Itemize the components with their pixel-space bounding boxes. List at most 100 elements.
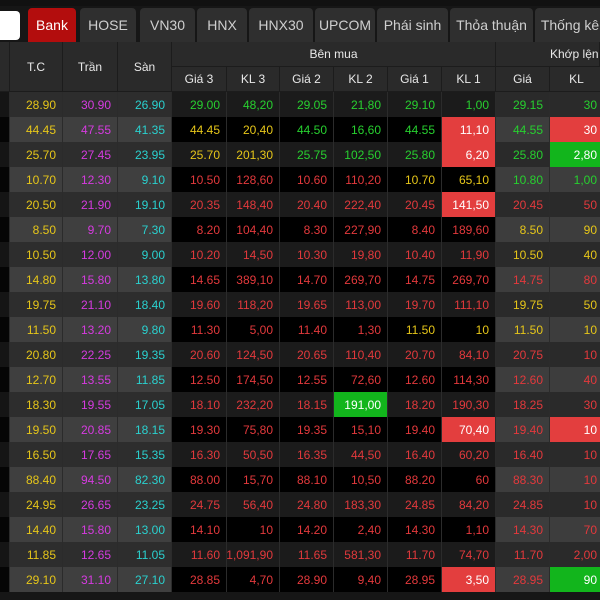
bid3-volume: 118,20: [227, 292, 280, 317]
bid1-volume: 114,30: [442, 367, 496, 392]
table-row[interactable]: 10.50 12.00 9.00 10.20 14,50 10.30 19,80 10.40 1…: [0, 242, 600, 267]
bid2-price: 19.65: [280, 292, 334, 317]
bid1-volume: 111,10: [442, 292, 496, 317]
match-volume: 90: [550, 217, 600, 242]
table-row[interactable]: 18.30 19.55 17.05 18.10 232,20 18.15 191,00 18.…: [0, 392, 600, 417]
ceiling-price: 19.55: [63, 392, 118, 417]
bid2-price: 14.20: [280, 517, 334, 542]
bid3-volume: 128,60: [227, 167, 280, 192]
bid3-price: 16.30: [172, 442, 227, 467]
bid3-volume: 20,40: [227, 117, 280, 142]
ceiling-price: 15.80: [63, 517, 118, 542]
bid1-volume: 65,10: [442, 167, 496, 192]
floor-price: 15.35: [118, 442, 172, 467]
match-price: 25.80: [496, 142, 550, 167]
tab-vn30[interactable]: VN30: [140, 8, 195, 42]
index-ticker-strip: [0, 0, 600, 6]
table-row[interactable]: 14.40 15.80 13.00 14.10 10 14.20 2,40 14.30 1,10…: [0, 517, 600, 542]
table-row[interactable]: 19.50 20.85 18.15 19.30 75,80 19.35 15,10 19.40…: [0, 417, 600, 442]
tab-thống-kê[interactable]: Thống kê: [535, 8, 600, 42]
ceiling-price: 47.55: [63, 117, 118, 142]
floor-price: 27.10: [118, 567, 172, 592]
match-price: 29.15: [496, 92, 550, 117]
tab-phái-sinh[interactable]: Phái sinh: [377, 8, 448, 42]
tab-hnx[interactable]: HNX: [197, 8, 247, 42]
match-price: 11.50: [496, 317, 550, 342]
symbol-cell: [0, 242, 10, 267]
table-row[interactable]: 20.80 22.25 19.35 20.60 124,50 20.65 110,40 20.…: [0, 342, 600, 367]
table-row[interactable]: 11.85 12.65 11.05 11.60 1,091,90 11.65 581,30 1…: [0, 542, 600, 567]
table-row[interactable]: 19.75 21.10 18.40 19.60 118,20 19.65 113,00 19.…: [0, 292, 600, 317]
bid1-price: 12.60: [388, 367, 442, 392]
table-row[interactable]: 25.70 27.45 23.95 25.70 201,30 25.75 102,50 25.…: [0, 142, 600, 167]
floor-price: 11.85: [118, 367, 172, 392]
table-row[interactable]: 11.50 13.20 9.80 11.30 5,00 11.40 1,30 11.50 10 1…: [0, 317, 600, 342]
bid3-price: 28.85: [172, 567, 227, 592]
tab-upcom[interactable]: UPCOM: [315, 8, 375, 42]
bid2-volume: 1,30: [334, 317, 388, 342]
symbol-cell: [0, 517, 10, 542]
bid2-price: 25.75: [280, 142, 334, 167]
ref-price: 18.30: [10, 392, 63, 417]
table-row[interactable]: 20.50 21.90 19.10 20.35 148,40 20.40 222,40 20.…: [0, 192, 600, 217]
ref-price: 20.50: [10, 192, 63, 217]
bid2-price: 8.30: [280, 217, 334, 242]
bid2-price: 28.90: [280, 567, 334, 592]
match-price: 8.50: [496, 217, 550, 242]
table-row[interactable]: 28.90 30.90 26.90 29.00 48,20 29.05 21,80 29.10…: [0, 92, 600, 117]
tab-hose[interactable]: HOSE: [80, 8, 136, 42]
bid3-price: 25.70: [172, 142, 227, 167]
ceiling-price: 30.90: [63, 92, 118, 117]
ceiling-price: 12.30: [63, 167, 118, 192]
table-row[interactable]: 16.50 17.65 15.35 16.30 50,50 16.35 44,50 16.40…: [0, 442, 600, 467]
header-giá-3: Giá 3: [172, 67, 227, 92]
bid1-volume: 60: [442, 467, 496, 492]
header-giá-1: Giá 1: [388, 67, 442, 92]
bid3-price: 11.30: [172, 317, 227, 342]
ceiling-price: 12.65: [63, 542, 118, 567]
floor-price: 13.00: [118, 517, 172, 542]
symbol-cell: [0, 292, 10, 317]
table-row[interactable]: 10.70 12.30 9.10 10.50 128,60 10.60 110,20 10.7…: [0, 167, 600, 192]
header-match-label: Khớp lệnh: [550, 47, 600, 61]
bid1-price: 10.40: [388, 242, 442, 267]
bid3-volume: 5,00: [227, 317, 280, 342]
table-row[interactable]: 24.95 26.65 23.25 24.75 56,40 24.80 183,30 24.8…: [0, 492, 600, 517]
table-row[interactable]: 14.80 15.80 13.80 14.65 389,10 14.70 269,70 14.…: [0, 267, 600, 292]
floor-price: 9.10: [118, 167, 172, 192]
bid3-price: 18.10: [172, 392, 227, 417]
match-volume: 50: [550, 292, 600, 317]
bid3-price: 88.00: [172, 467, 227, 492]
bid1-volume: 10: [442, 317, 496, 342]
bid2-price: 24.80: [280, 492, 334, 517]
tab-bank[interactable]: Bank: [28, 8, 76, 42]
table-row[interactable]: 12.70 13.55 11.85 12.50 174,50 12.55 72,60 12.6…: [0, 367, 600, 392]
floor-price: 19.35: [118, 342, 172, 367]
match-price: 19.40: [496, 417, 550, 442]
match-volume: 1,00: [550, 167, 600, 192]
symbol-cell: [0, 192, 10, 217]
symbol-header: [0, 42, 10, 92]
bid1-price: 28.95: [388, 567, 442, 592]
ceiling-price: 9.70: [63, 217, 118, 242]
table-row[interactable]: 88.40 94.50 82.30 88.00 15,70 88.10 10,50 88.20…: [0, 467, 600, 492]
tab-hnx30[interactable]: HNX30: [249, 8, 313, 42]
floor-price: 9.00: [118, 242, 172, 267]
bid1-volume: 190,30: [442, 392, 496, 417]
bid2-volume: 110,20: [334, 167, 388, 192]
match-price: 14.30: [496, 517, 550, 542]
table-row[interactable]: 8.50 9.70 7.30 8.20 104,40 8.30 227,90 8.40 189,…: [0, 217, 600, 242]
bid2-price: 20.40: [280, 192, 334, 217]
ref-price: 19.75: [10, 292, 63, 317]
bid3-price: 44.45: [172, 117, 227, 142]
match-price: 11.70: [496, 542, 550, 567]
floor-price: 17.05: [118, 392, 172, 417]
tab-thỏa-thuận[interactable]: Thỏa thuận: [450, 8, 533, 42]
match-price: 20.45: [496, 192, 550, 217]
bid2-volume: 15,10: [334, 417, 388, 442]
ceiling-price: 94.50: [63, 467, 118, 492]
bid1-price: 20.45: [388, 192, 442, 217]
search-input[interactable]: [0, 11, 20, 40]
table-row[interactable]: 29.10 31.10 27.10 28.85 4,70 28.90 9,40 28.95 3,…: [0, 567, 600, 592]
table-row[interactable]: 44.45 47.55 41.35 44.45 20,40 44.50 16,60 44.55…: [0, 117, 600, 142]
